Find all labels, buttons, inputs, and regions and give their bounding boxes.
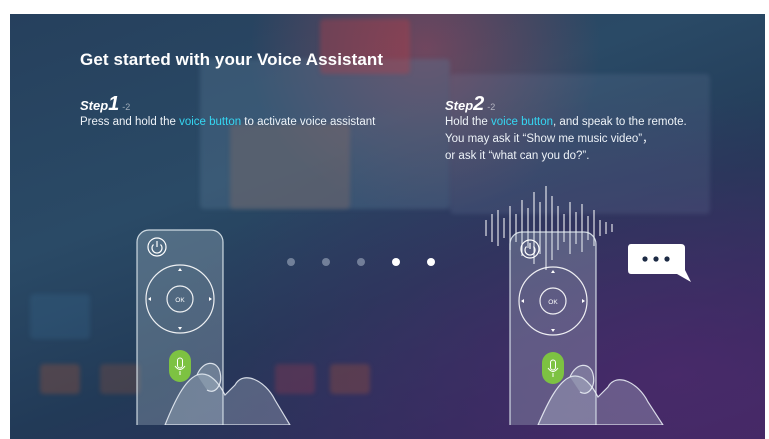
ok-button-label: OK bbox=[548, 299, 558, 306]
step-text: Hold the bbox=[445, 116, 492, 128]
step-text: Press and hold the bbox=[80, 116, 180, 128]
microphone-icon bbox=[169, 350, 191, 382]
page-title: Get started with your Voice Assistant bbox=[80, 50, 384, 69]
step-total: -2 bbox=[122, 102, 131, 112]
voice-button-highlight: voice button bbox=[179, 116, 242, 128]
background-tile bbox=[230, 124, 350, 209]
step-label: Step bbox=[80, 98, 109, 113]
step-number: 1 bbox=[108, 93, 120, 115]
step-text: to activate voice assistant bbox=[241, 116, 376, 128]
pagination-dot[interactable] bbox=[322, 258, 330, 266]
background-tile bbox=[40, 364, 80, 394]
voice-button-highlight: voice button bbox=[491, 116, 554, 128]
step-1-heading: Step1 -2 bbox=[80, 93, 130, 116]
ok-button-label: OK bbox=[175, 297, 185, 304]
step-example-1: You may ask it “Show me music video”， bbox=[445, 133, 654, 145]
background-tile bbox=[30, 294, 90, 339]
remote-illustration-step-2: OK bbox=[485, 186, 664, 425]
pagination-dot[interactable] bbox=[357, 258, 365, 266]
step-2-description: Hold the voice button, and speak to the … bbox=[445, 114, 745, 165]
step-2-heading: Step2 -2 bbox=[445, 93, 495, 116]
pagination-dots bbox=[287, 258, 435, 266]
step-total: -2 bbox=[487, 102, 496, 112]
pagination-dot[interactable] bbox=[287, 258, 295, 266]
pagination-dot[interactable] bbox=[392, 258, 400, 266]
step-label: Step bbox=[445, 98, 474, 113]
step-1-description: Press and hold the voice button to activ… bbox=[80, 114, 380, 131]
pagination-dot[interactable] bbox=[427, 258, 435, 266]
step-number: 2 bbox=[473, 93, 485, 115]
step-text: , and speak to the remote. bbox=[553, 116, 687, 128]
background-tile bbox=[330, 364, 370, 394]
remote-illustration-step-1: OK bbox=[136, 229, 291, 425]
step-example-2: or ask it “what can you do?”. bbox=[445, 150, 590, 162]
chat-bubble-icon bbox=[628, 244, 691, 282]
microphone-icon bbox=[542, 352, 564, 384]
